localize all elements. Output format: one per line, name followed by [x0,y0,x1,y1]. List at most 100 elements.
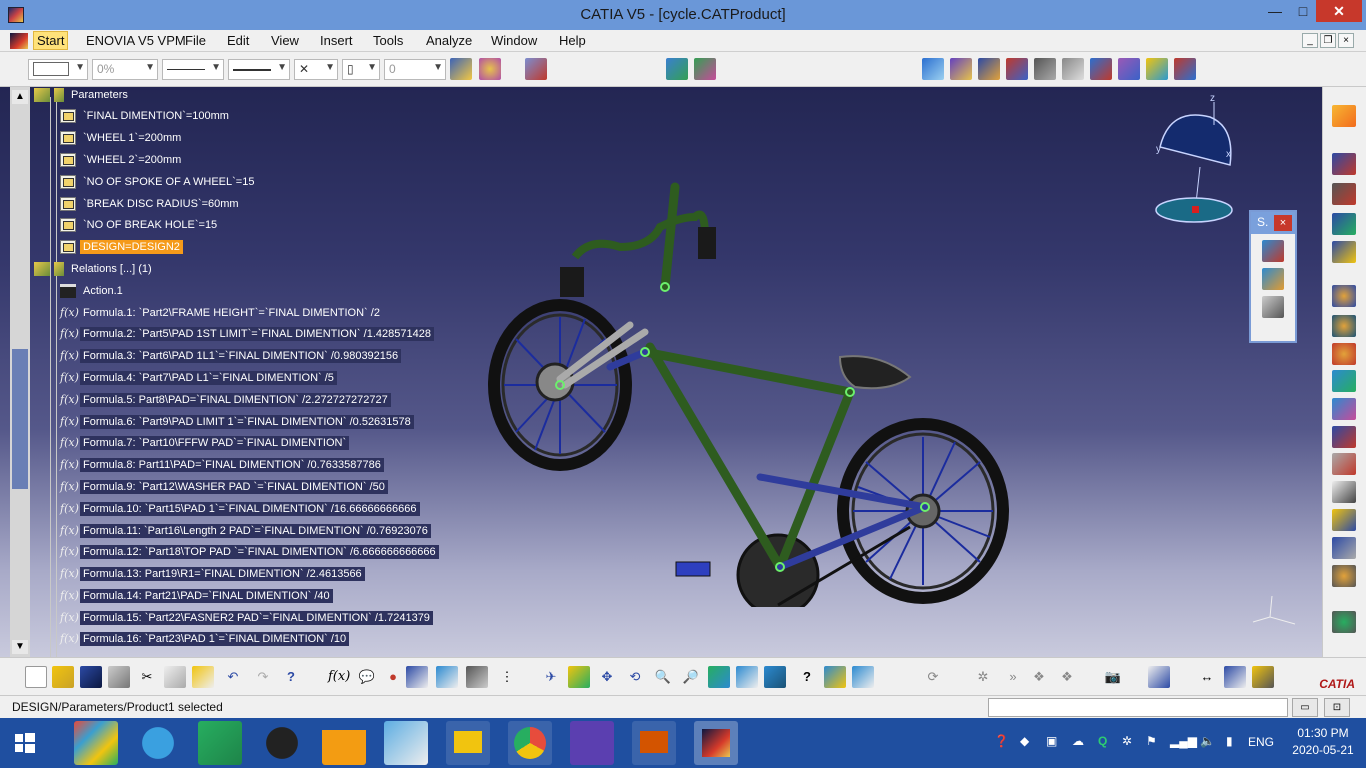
tray-app-icon[interactable]: ✲ [1122,734,1132,748]
structure-icon[interactable] [436,666,458,688]
fly-mode-icon[interactable]: ✈ [540,666,562,688]
tray-app-icon[interactable]: ◆ [1020,734,1029,748]
existing-component-icon[interactable] [978,58,1000,80]
properties-icon[interactable] [479,58,501,80]
product-icon[interactable] [950,58,972,80]
explode-icon[interactable] [1332,241,1356,263]
windows-start-icon[interactable] [4,721,44,765]
tray-app-icon[interactable]: ▣ [1046,734,1057,748]
camera-app-icon[interactable] [260,721,304,765]
move-icon[interactable] [1332,213,1356,235]
disabled-tool-icon[interactable]: ✲ [972,666,994,688]
doc-minimize-button[interactable]: _ [1302,33,1318,48]
gear-icon[interactable] [1332,611,1356,633]
scissors-icon[interactable] [1332,426,1356,448]
tree-formula[interactable]: f(x) Formula.16: `Part23\PAD 1`=`FINAL DI… [60,630,350,648]
tree-param-break-disc[interactable]: `BREAK DISC RADIUS`=60mm [60,195,242,213]
iso-view-icon[interactable] [764,666,786,688]
scene-icon[interactable] [1090,58,1112,80]
tree-formula[interactable]: f(x) Formula.1: `Part2\FRAME HEIGHT`=`FIN… [60,304,383,322]
tree-param-break-hole[interactable]: `NO OF BREAK HOLE`=15 [60,216,220,234]
scroll-down-arrow-icon[interactable]: ▼ [12,640,28,654]
scroll-up-arrow-icon[interactable]: ▲ [12,90,28,104]
thickness-select[interactable]: ▼ [228,59,290,80]
list-icon[interactable] [1332,453,1356,475]
multi-view-icon[interactable] [736,666,758,688]
lock-icon[interactable] [466,666,488,688]
snap-icon[interactable] [922,58,944,80]
tree-node-relations[interactable]: Relations [...] (1) [34,260,155,278]
specification-tree[interactable]: Parameters `FINAL DIMENTION`=100mm `WHEE… [34,87,484,657]
rotate-icon[interactable]: ⟲ [624,666,646,688]
presentation-app-icon[interactable] [632,721,676,765]
tree-action-1[interactable]: Action.1 [60,282,126,300]
rule-tool-icon[interactable] [1262,296,1284,318]
select-cursor-icon[interactable] [1332,105,1356,127]
table-icon[interactable] [406,666,428,688]
open-folder-icon[interactable] [52,666,74,688]
linetype-select[interactable]: ▼ [162,59,224,80]
maximize-button[interactable]: □ [1290,0,1316,22]
zoom-in-icon[interactable]: 🔍 [652,666,674,688]
disabled-tool-icon[interactable]: » [1002,666,1024,688]
save-icon[interactable] [80,666,102,688]
floating-toolbar[interactable]: S. × [1249,210,1297,343]
keyboard-app-icon[interactable] [384,721,428,765]
command-input[interactable] [988,698,1288,717]
tree-formula[interactable]: f(x) Formula.11: `Part16\Length 2 PAD`=`F… [60,522,431,540]
gear-icon[interactable] [1332,565,1356,587]
battery-icon[interactable]: ▮ [1226,734,1233,748]
catia-menu-logo-icon[interactable] [10,33,28,49]
3d-viewport[interactable]: ▲ ▼ Parameters `FINAL DIMENTION`=100mm `… [0,87,1322,657]
menu-insert[interactable]: Insert [320,33,353,48]
tree-param-spokes[interactable]: `NO OF SPOKE OF A WHEEL`=15 [60,173,257,191]
arrow-icon[interactable] [1332,370,1356,392]
gear-icon[interactable] [1332,343,1356,365]
menu-view[interactable]: View [271,33,299,48]
transparency-select[interactable]: 0% ▼ [92,59,158,80]
explode-icon[interactable] [1118,58,1140,80]
measure-icon[interactable]: ↔ [1196,666,1218,688]
tree-formula[interactable]: f(x) Formula.2: `Part5\PAD 1ST LIMIT`=`FI… [60,325,434,343]
catalog-icon[interactable] [1332,509,1356,531]
tree-node-parameters[interactable]: Parameters [34,87,131,104]
tree-param-design[interactable]: DESIGN=DESIGN2 [60,238,183,256]
menu-help[interactable]: Help [559,33,586,48]
layer-filter-select[interactable]: ▯ ▼ [342,59,380,80]
view-mode-icon[interactable]: ? [796,666,818,688]
file-explorer-app-icon[interactable] [446,721,490,765]
disabled-tool-icon[interactable]: ❖ [1028,666,1050,688]
normal-view-icon[interactable] [694,58,716,80]
language-indicator[interactable]: ENG [1248,735,1274,749]
tree-param-wheel-2[interactable]: `WHEEL 2`=200mm [60,151,184,169]
minimize-button[interactable]: — [1262,0,1288,22]
tree-formula[interactable]: f(x) Formula.12: `Part18\TOP PAD `=`FINAL… [60,543,439,561]
comment-icon[interactable]: 💬 [356,666,378,688]
tree-formula[interactable]: f(x) Formula.6: `Part9\PAD LIMIT 1`=`FINA… [60,413,414,431]
paste-icon[interactable] [192,666,214,688]
menu-start[interactable]: Start [33,31,69,50]
menu-file[interactable]: File [185,33,206,48]
bullet-list-icon[interactable]: ⋮ [496,666,518,688]
edit-icon[interactable] [1332,398,1356,420]
text-icon[interactable] [1332,481,1356,503]
knowledge-tool-icon[interactable] [1262,268,1284,290]
point-symbol-select[interactable]: ✕ ▼ [294,59,338,80]
tree-formula[interactable]: f(x) Formula.5: Part8\PAD=`FINAL DIMENTIO… [60,391,391,409]
close-button[interactable]: ✕ [1316,0,1362,22]
cut-icon[interactable]: ✂ [136,666,158,688]
gear-icon[interactable] [1332,285,1356,307]
disabled-tool-icon[interactable]: ❖ [1056,666,1078,688]
manipulation-icon[interactable] [1006,58,1028,80]
doc-close-button[interactable]: × [1338,33,1354,48]
camera-icon[interactable]: 📷 [1102,666,1124,688]
formula-icon[interactable]: f(x) [328,666,350,688]
tree-formula[interactable]: f(x) Formula.8: Part11\PAD=`FINAL DIMENTI… [60,456,384,474]
light-icon[interactable]: ● [382,666,404,688]
gear-icon[interactable] [1332,315,1356,337]
print-icon[interactable] [108,666,130,688]
menu-tools[interactable]: Tools [373,33,403,48]
anchor-icon[interactable] [1034,58,1056,80]
tree-param-final-dimention[interactable]: `FINAL DIMENTION`=100mm [60,107,232,125]
menu-enovia[interactable]: ENOVIA V5 VPM [86,33,186,48]
